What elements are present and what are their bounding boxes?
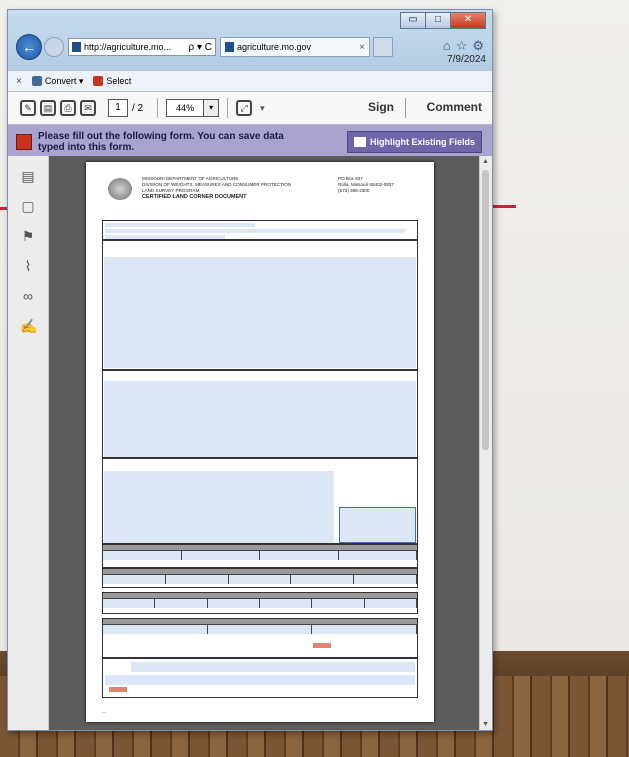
checkbox-row-2[interactable] [105, 229, 405, 233]
document-title: CERTIFIED LAND CORNER DOCUMENT [142, 194, 247, 200]
department-seal [108, 178, 132, 200]
form-notice-message: Please fill out the following form. You … [38, 131, 284, 153]
select-button[interactable]: Select [93, 76, 131, 87]
highlight-icon [353, 137, 366, 147]
tab-favicon-icon [225, 42, 234, 52]
section-location [102, 592, 418, 614]
command-bar: × Convert ▾ Select [8, 70, 492, 91]
section-description [102, 240, 418, 370]
select-label: Select [106, 75, 132, 86]
more-tools-icon[interactable]: ▾ [260, 103, 265, 114]
highlight-fields-button[interactable]: Highlight Existing Fields [346, 131, 482, 153]
note-field[interactable] [105, 675, 415, 685]
pdf-page: MISSOURI DEPARTMENT OF AGRICULTURE DIVIS… [86, 162, 434, 722]
command-bar-close[interactable]: × [16, 76, 22, 87]
print-icon[interactable]: ⎙ [60, 100, 76, 116]
convert-menu[interactable]: Convert ▾ [31, 75, 84, 87]
monument-field[interactable] [104, 471, 334, 543]
tab-title: agriculture.mo.gov [237, 42, 312, 52]
minimize-button[interactable]: ▭ [400, 12, 426, 29]
signature-flag-icon[interactable] [313, 643, 331, 648]
left-nav-rail: ▤ ▢ ⚑ ⌇ ∞ ✍ [8, 156, 49, 730]
checkbox-row-3[interactable] [105, 235, 225, 239]
email-icon[interactable]: ✉ [80, 100, 96, 116]
location-row [103, 598, 417, 608]
favorites-star-icon[interactable]: ☆ [456, 38, 468, 54]
browser-tab[interactable]: agriculture.mo.gov × [220, 37, 370, 57]
convert-label: Convert ▾ [44, 75, 84, 86]
address-bar[interactable]: http://agriculture.mo... ρ ▾ C [68, 38, 216, 56]
sketch-field[interactable] [339, 507, 416, 543]
convert-icon [31, 76, 42, 87]
corner-type-checkboxes [102, 220, 418, 240]
toolbar-divider-2 [227, 98, 229, 118]
browser-toolbar-icons: ⌂ ☆ ⚙ [443, 38, 484, 54]
zoom-input[interactable]: 44% [166, 99, 205, 117]
highlight-fields-label: Highlight Existing Fields [369, 137, 475, 147]
form-notice-bar: Please fill out the following form. You … [8, 125, 492, 159]
bookmark-icon[interactable]: ⚑ [20, 228, 36, 246]
document-address: PO Box 937 Rolla, Missouri 65402-0937 (5… [338, 176, 418, 194]
address-url[interactable]: http://agriculture.mo... [84, 42, 187, 52]
section-evidence [102, 370, 418, 458]
save-icon[interactable]: ▤ [40, 100, 56, 116]
checkbox-row-1[interactable] [105, 223, 255, 227]
current-page-input[interactable]: 1 [108, 99, 128, 117]
page-thumbnails-icon[interactable]: ▤ [20, 168, 36, 186]
form-alert-icon [16, 134, 32, 150]
document-viewport: ▤ ▢ ⚑ ⌇ ∞ ✍ MISSOURI DEPARTMENT OF AGRIC… [8, 156, 492, 730]
description-field[interactable] [104, 257, 416, 368]
read-mode-icon[interactable]: ⤢ [236, 100, 253, 116]
select-icon [93, 76, 104, 87]
pdf-toolbar: ✎ ▤ ⎙ ✉ 1 / 2 44% ▾ ⤢ ▾ Sign Comment [8, 91, 492, 125]
attachment-icon[interactable]: ⌇ [20, 258, 36, 276]
section-certification [102, 658, 418, 698]
section-coordinates [102, 568, 418, 588]
zoom-dropdown[interactable]: ▾ [204, 99, 220, 117]
page-footer: — [102, 709, 106, 714]
references-row [103, 550, 417, 560]
site-favicon-icon [72, 42, 81, 52]
address-line-3: (573) 368-2300 [338, 188, 370, 193]
tab-close-icon[interactable]: × [359, 42, 365, 53]
sign-button[interactable]: Sign [368, 100, 394, 114]
browser-titlebar: ▭ □ ✕ ← http://agriculture.mo... ρ ▾ C a… [8, 10, 492, 70]
signature-icon[interactable]: ✍ [20, 318, 37, 336]
pages-icon[interactable]: ▢ [20, 198, 36, 216]
comment-button[interactable]: Comment [427, 100, 482, 114]
total-pages: / 2 [132, 102, 144, 114]
settings-gear-icon[interactable]: ⚙ [472, 38, 484, 54]
surveyor-row [103, 624, 418, 634]
home-icon[interactable]: ⌂ [443, 38, 451, 54]
forward-button[interactable] [44, 37, 64, 57]
sign-comment-divider [405, 98, 406, 118]
scroll-thumb[interactable] [482, 170, 489, 450]
close-window-button[interactable]: ✕ [450, 12, 486, 29]
address-controls[interactable]: ρ ▾ C [189, 42, 213, 53]
coordinates-row [103, 574, 417, 584]
scroll-up-icon[interactable]: ▲ [482, 158, 489, 165]
toolbar-divider [157, 98, 159, 118]
edit-pdf-icon[interactable]: ✎ [20, 100, 36, 116]
navigation-bar: ← http://agriculture.mo... ρ ▾ C agricul… [16, 34, 393, 60]
document-header: MISSOURI DEPARTMENT OF AGRICULTURE DIVIS… [142, 176, 312, 200]
scroll-down-icon[interactable]: ▼ [482, 721, 489, 728]
new-tab-button[interactable] [373, 37, 393, 57]
back-button[interactable]: ← [16, 34, 42, 60]
binoculars-icon[interactable]: ∞ [20, 288, 36, 306]
maximize-button[interactable]: □ [425, 12, 451, 29]
window-controls: ▭ □ ✕ [400, 12, 486, 29]
browser-window: ▭ □ ✕ ← http://agriculture.mo... ρ ▾ C a… [7, 9, 493, 731]
certification-field[interactable] [131, 662, 415, 672]
evidence-field[interactable] [104, 381, 416, 457]
date-stamp: 7/9/2024 [447, 54, 486, 65]
section-surveyor [102, 618, 418, 658]
section-references [102, 544, 418, 568]
section-monument [102, 458, 418, 544]
date-flag-icon[interactable] [109, 687, 127, 692]
vertical-scrollbar[interactable]: ▲ ▼ [479, 156, 492, 730]
